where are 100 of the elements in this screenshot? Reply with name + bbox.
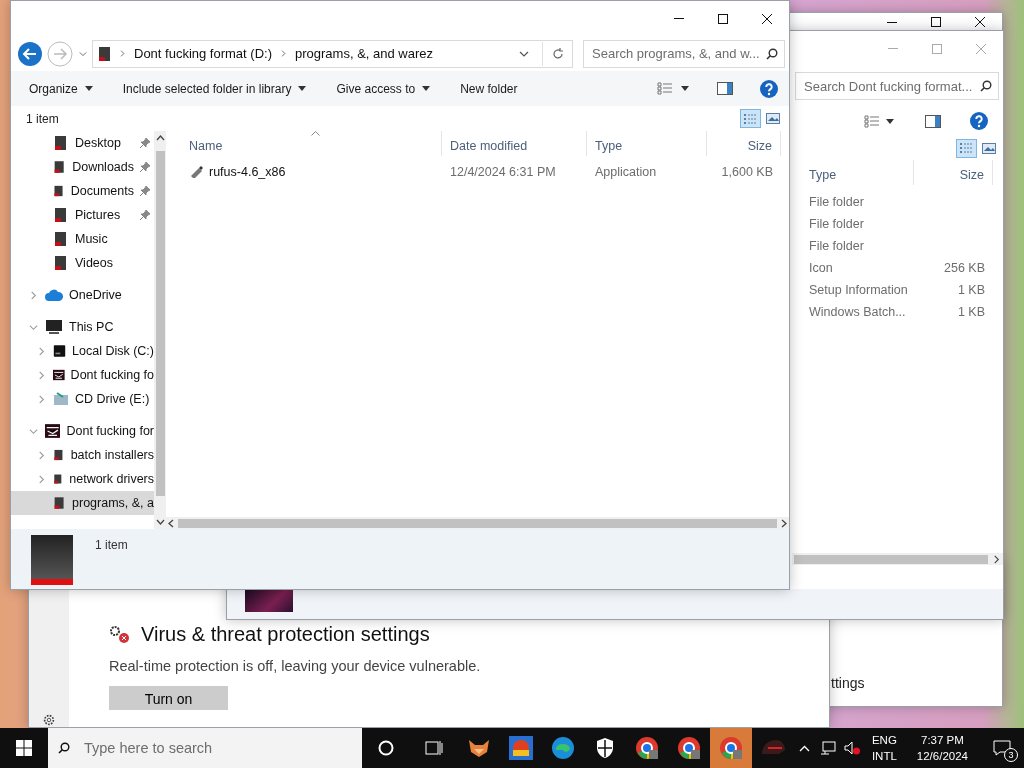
nav-item[interactable]: Music [11, 227, 154, 251]
chevron-right-icon [28, 290, 38, 300]
nav-item[interactable]: Local Disk (C:) [11, 339, 154, 363]
notifications-button[interactable]: 3 [980, 728, 1024, 768]
message-icon [993, 740, 1011, 756]
chevron-down-icon [79, 49, 87, 58]
game-art-icon [508, 736, 533, 760]
search-field[interactable]: Search programs, &, and w... [583, 39, 785, 68]
search-input[interactable]: Type here to search [82, 739, 362, 757]
drive-icon [31, 535, 73, 585]
sort-ascending-icon [311, 131, 320, 136]
toolbar-button[interactable]: New folder [460, 81, 518, 96]
folder-icon [53, 495, 66, 511]
circle-logo-icon [676, 736, 701, 760]
chevron-up-icon [799, 744, 811, 752]
type-cell-text: Windows Batch... [808, 304, 907, 321]
caret-down-icon [681, 86, 689, 91]
type-cell-text: File folder [808, 238, 865, 255]
circle-icon [377, 740, 394, 756]
nav-item[interactable]: programs, &, a [11, 491, 154, 515]
large-icons-view-icon [765, 113, 780, 124]
nav-item[interactable]: CD Drive (E:) [11, 387, 154, 411]
thumbnail-image [245, 589, 293, 612]
turn-on-button[interactable]: Turn on [109, 686, 228, 710]
chevron-right-icon [36, 450, 46, 460]
nav-item[interactable]: Desktop [11, 131, 154, 155]
close-icon [975, 17, 985, 27]
details-view-button[interactable] [740, 109, 761, 128]
chevron-right-icon [992, 554, 1001, 564]
breadcrumb[interactable]: programs, &, and warez [293, 46, 435, 61]
chevron-right-icon [280, 50, 287, 57]
description-text: Real-time protection is off, leaving your device vulnerable. [109, 658, 482, 674]
vertical-scrollbar[interactable] [154, 131, 166, 529]
section-heading: Virus & threat protection settings [141, 623, 430, 646]
toolbar-button[interactable]: Organize [29, 81, 93, 96]
size-cell-text: 1 KB [956, 304, 986, 321]
chevron-right-icon [36, 394, 46, 404]
nav-item[interactable]: Dont fucking for [11, 419, 154, 443]
folder-icon [53, 135, 69, 151]
maximize-icon [932, 43, 942, 54]
nav-item[interactable]: OneDrive [11, 283, 154, 307]
fox-icon [466, 738, 491, 758]
caret-down-icon [298, 86, 307, 91]
details-view-button[interactable] [956, 138, 977, 158]
column-header[interactable]: Type [801, 160, 914, 185]
minimize-icon [674, 18, 684, 19]
search-field[interactable]: Type here to search [48, 728, 362, 768]
shield-icon [594, 737, 615, 759]
details-view-icon [959, 142, 974, 154]
toolbar-button[interactable]: Give access to [336, 81, 431, 96]
back-button[interactable] [16, 41, 44, 66]
window-text: ttings [830, 675, 866, 693]
breadcrumb[interactable]: Dont fucking format (D:) [132, 46, 274, 61]
chevron-right-icon [36, 370, 46, 380]
size-cell-text: 256 KB [943, 260, 986, 277]
clock[interactable]: 7:37 PM 12/6/2024 [904, 732, 980, 764]
address-bar[interactable]: Dont fucking format (D:) programs, &, and warez [92, 39, 573, 68]
scroll-right-icon [781, 518, 787, 528]
folder-icon [53, 447, 65, 463]
date-cell-text: 12/4/2024 6:31 PM [449, 164, 557, 181]
help-button[interactable] [967, 109, 991, 133]
disc-icon [53, 391, 69, 407]
chevron-down-icon [28, 322, 38, 332]
search-field[interactable]: Search Dont fucking format... [795, 72, 999, 100]
column-header[interactable]: Size [914, 160, 993, 185]
language-indicator[interactable]: ENG INTL [863, 732, 905, 764]
chevron-right-icon [119, 50, 126, 57]
details-view-icon [743, 112, 758, 125]
folder-icon [97, 45, 113, 62]
muted-speaker-icon [843, 741, 860, 755]
column-header[interactable]: Date modified [442, 131, 587, 156]
nav-item[interactable]: Downloads [11, 155, 154, 179]
column-header[interactable]: Size [707, 131, 781, 156]
drive-icon [45, 423, 61, 439]
column-header[interactable]: Name [181, 131, 442, 156]
horizontal-scrollbar[interactable] [792, 553, 1003, 565]
type-cell-text: File folder [808, 194, 865, 211]
nav-item[interactable]: Dont fucking fo [11, 363, 154, 387]
size-cell-text: 1 KB [956, 282, 986, 299]
caret-down-icon [422, 86, 431, 91]
folder-icon [53, 183, 65, 199]
list-view-icon [864, 114, 880, 128]
maximize-icon [718, 13, 728, 24]
nav-item[interactable]: Videos [11, 251, 154, 275]
windows-logo-icon [16, 740, 32, 756]
taskbar-app[interactable] [709, 728, 752, 768]
nav-item[interactable]: batch installers [11, 443, 154, 467]
nav-item[interactable]: network drivers [11, 467, 154, 491]
toolbar-button[interactable]: Include selected folder in library [122, 81, 307, 96]
nav-item[interactable]: This PC [11, 315, 154, 339]
nav-item[interactable]: Pictures [11, 203, 154, 227]
details-text: 1 item [95, 537, 128, 552]
close-icon [976, 43, 986, 54]
folder-icon [53, 207, 69, 223]
refresh-icon [551, 47, 564, 60]
column-header[interactable]: Type [587, 131, 707, 156]
type-cell-text: File folder [808, 216, 865, 233]
folder-icon [53, 255, 69, 271]
horizontal-scrollbar[interactable] [166, 517, 789, 529]
nav-item[interactable]: Documents [11, 179, 154, 203]
